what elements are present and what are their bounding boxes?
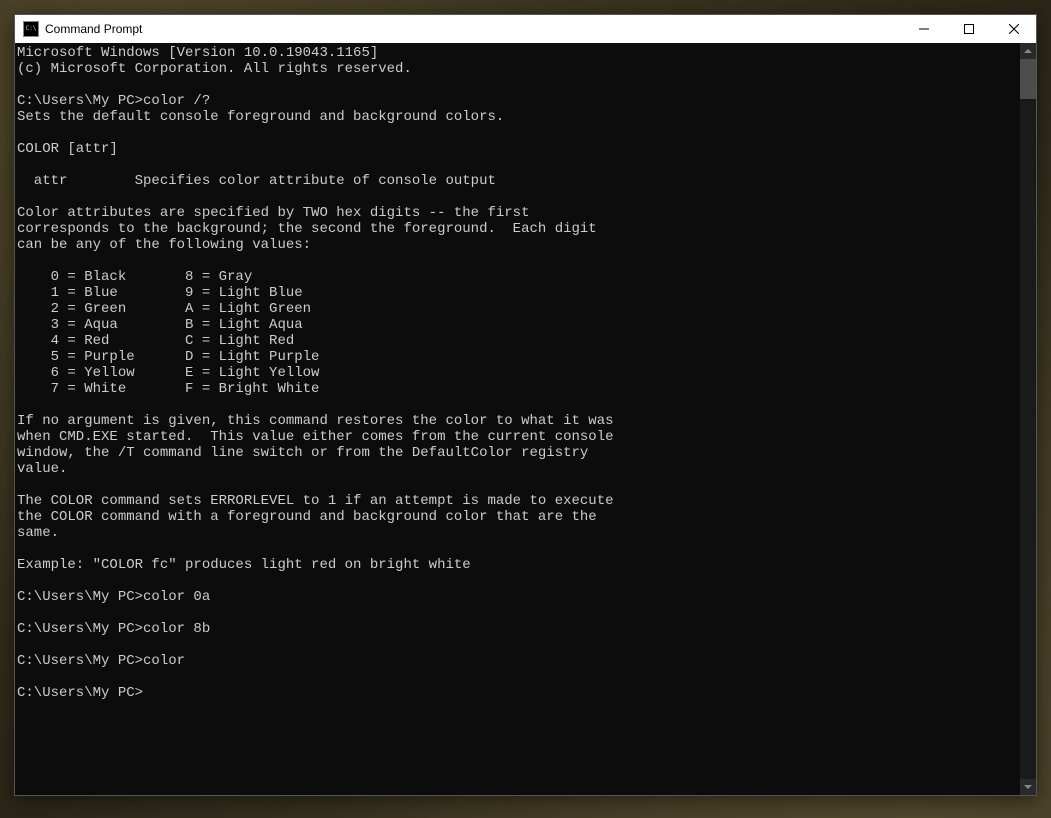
maximize-button[interactable] [946, 15, 991, 43]
console-output[interactable]: Microsoft Windows [Version 10.0.19043.11… [15, 43, 1020, 795]
chevron-up-icon [1024, 49, 1032, 53]
window-title: Command Prompt [45, 22, 901, 36]
scroll-down-button[interactable] [1020, 779, 1036, 795]
chevron-down-icon [1024, 785, 1032, 789]
scroll-up-button[interactable] [1020, 43, 1036, 59]
scrollbar[interactable] [1020, 43, 1036, 795]
command-prompt-window: Command Prompt Microsoft Windows [Versio… [14, 14, 1037, 796]
console-area: Microsoft Windows [Version 10.0.19043.11… [15, 43, 1036, 795]
titlebar[interactable]: Command Prompt [15, 15, 1036, 43]
scroll-thumb[interactable] [1020, 59, 1036, 99]
minimize-icon [919, 24, 929, 34]
close-button[interactable] [991, 15, 1036, 43]
window-controls [901, 15, 1036, 43]
close-icon [1009, 24, 1019, 34]
cmd-icon [23, 21, 39, 37]
minimize-button[interactable] [901, 15, 946, 43]
maximize-icon [964, 24, 974, 34]
